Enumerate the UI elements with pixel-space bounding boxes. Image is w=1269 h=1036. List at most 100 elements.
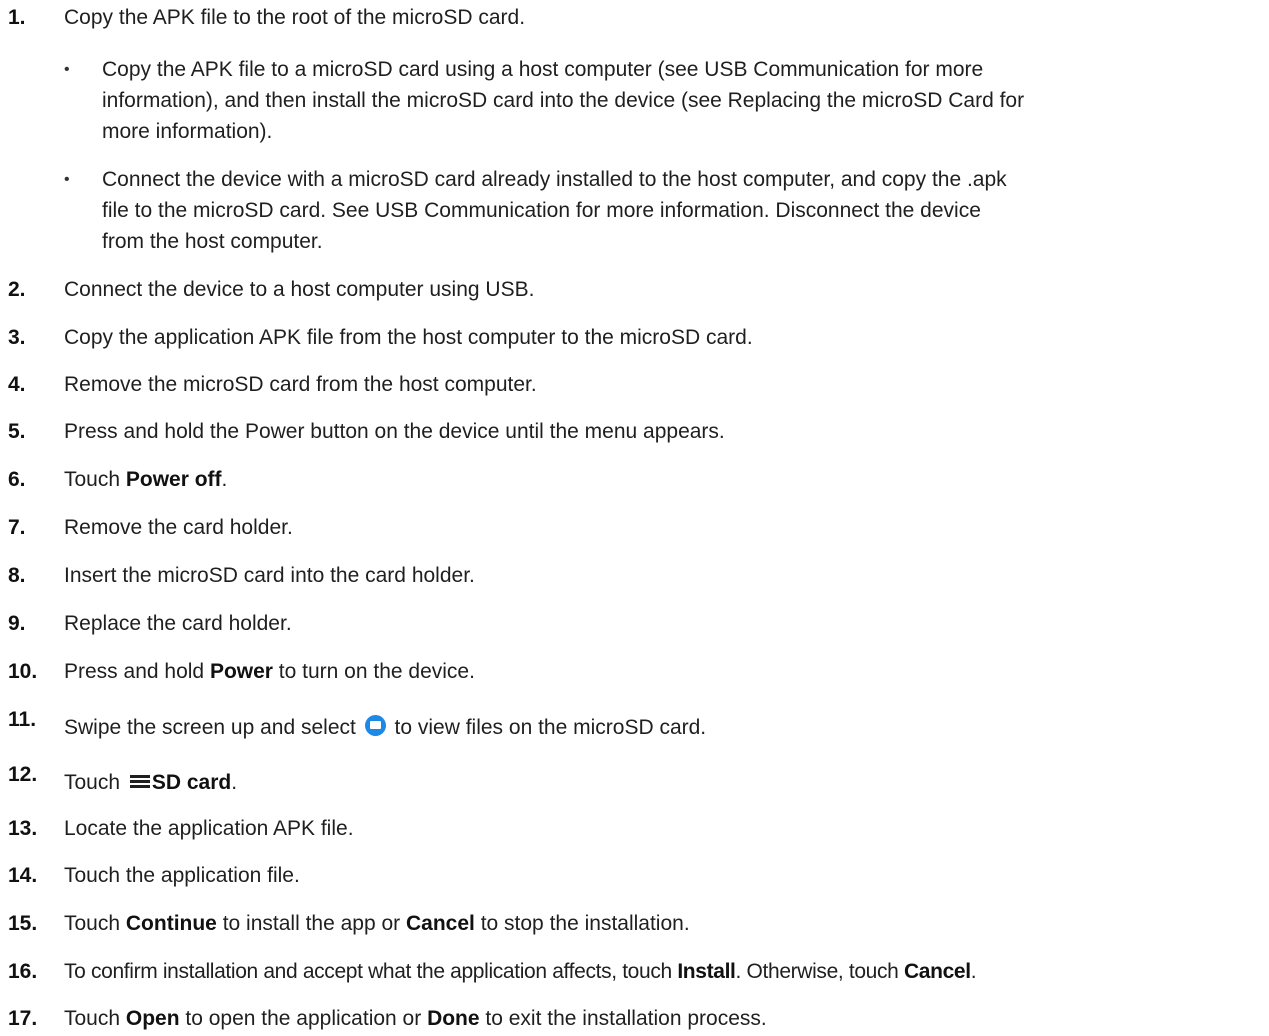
step-2: 2. Connect the device to a host computer… <box>8 274 1259 305</box>
step-text-run: Touch <box>64 468 126 491</box>
step-text-run: to install the app or <box>216 912 406 935</box>
step-text-run: to view files on the microSD card. <box>388 716 707 739</box>
step-number: 3. <box>8 326 26 349</box>
step-text-run: Press and hold <box>64 660 210 683</box>
step-text-run: to stop the installation. <box>474 912 690 935</box>
step-text-run: Remove the card holder. <box>64 516 293 539</box>
step-text-run: to open the application or <box>179 1007 428 1030</box>
bullet-line: file to the microSD card. See USB Commun… <box>102 199 981 222</box>
step-number: 1. <box>8 6 26 29</box>
step-text: Remove the card holder. <box>64 512 1259 543</box>
step-text-run: . <box>231 771 238 794</box>
step-16: 16. To confirm installation and accept w… <box>8 956 1259 987</box>
step-14: 14. Touch the application file. <box>8 860 1259 891</box>
step-text-run: To confirm installation and accept what … <box>64 960 678 983</box>
step-text: Remove the microSD card from the host co… <box>64 369 1259 400</box>
step-text: Touch Continue to install the app or Can… <box>64 908 1259 939</box>
step-text-run: Insert the microSD card into the card ho… <box>64 564 475 587</box>
menu-icon <box>129 774 150 788</box>
bullet-dot: • <box>64 61 70 78</box>
step-15: 15. Touch Continue to install the app or… <box>8 908 1259 939</box>
bullet-line: information), and then install the micro… <box>102 89 1025 112</box>
step-text: Touch Open to open the application or Do… <box>64 1003 1259 1034</box>
step-number: 16. <box>8 960 38 983</box>
step-3: 3. Copy the application APK file from th… <box>8 322 1259 353</box>
step-text-run: to turn on the device. <box>272 660 475 683</box>
bullet-line: Connect the device with a microSD card a… <box>102 168 1007 191</box>
step-number: 2. <box>8 278 26 301</box>
ui-term: Install <box>677 960 736 983</box>
step-number: 17. <box>8 1007 38 1030</box>
step-number: 5. <box>8 420 26 443</box>
step-11: 11. Swipe the screen up and select to vi… <box>8 708 1259 743</box>
step-number: 9. <box>8 612 26 635</box>
step-text-run: Swipe the screen up and select <box>64 716 362 739</box>
files-app-icon <box>364 715 386 736</box>
ui-term: SD card <box>151 771 232 794</box>
step-text-run: . <box>221 468 228 491</box>
step-number: 15. <box>8 912 38 935</box>
step-number: 13. <box>8 817 38 840</box>
step-number: 4. <box>8 373 26 396</box>
step-text: Copy the APK file to the root of the mic… <box>64 2 1259 33</box>
step-12: 12. Touch SD card. <box>8 763 1259 798</box>
step-8: 8. Insert the microSD card into the card… <box>8 560 1259 591</box>
step-number: 6. <box>8 468 26 491</box>
step-number: 14. <box>8 864 38 887</box>
step-1: 1. Copy the APK file to the root of the … <box>8 2 1259 33</box>
ui-term: Cancel <box>903 960 971 983</box>
bullet-line: Copy the APK file to a microSD card usin… <box>102 58 984 81</box>
ui-term: Power off <box>125 468 222 491</box>
step-text-run: Touch <box>64 912 126 935</box>
step-text: Touch SD card. <box>64 767 1259 798</box>
bullet-item-2: • Connect the device with a microSD card… <box>64 164 1255 257</box>
step-number: 11. <box>8 708 37 731</box>
step-text-run: Touch the application file. <box>64 864 300 887</box>
step-7: 7. Remove the card holder. <box>8 512 1259 543</box>
step-13: 13. Locate the application APK file. <box>8 813 1259 844</box>
bullet-dot: • <box>64 171 70 188</box>
bullet-line: more information). <box>102 120 273 143</box>
step-text-run: Press and hold the Power button on the d… <box>64 420 725 443</box>
step-text-run: Remove the microSD card from the host co… <box>64 373 537 396</box>
ui-term: Cancel <box>405 912 475 935</box>
step-17: 17. Touch Open to open the application o… <box>8 1003 1259 1034</box>
step-number: 8. <box>8 564 26 587</box>
step-6: 6. Touch Power off. <box>8 464 1259 495</box>
step-text: Copy the application APK file from the h… <box>64 322 1259 353</box>
step-5: 5. Press and hold the Power button on th… <box>8 416 1259 447</box>
step-9: 9. Replace the card holder. <box>8 608 1259 639</box>
step-text-run: to exit the installation process. <box>479 1007 767 1030</box>
step-text: Connect the device to a host computer us… <box>64 274 1259 305</box>
procedure-document: 1. Copy the APK file to the root of the … <box>0 0 1269 1036</box>
step-text-run: Copy the APK file to the root of the mic… <box>64 6 526 29</box>
step-text: Press and hold the Power button on the d… <box>64 416 1259 447</box>
step-text: Touch Power off. <box>64 464 1259 495</box>
step-number: 7. <box>8 516 26 539</box>
step-number: 12. <box>8 763 38 786</box>
step-text-run: . <box>970 960 977 983</box>
ui-term: Power <box>209 660 273 683</box>
step-text-run: Locate the application APK file. <box>64 817 354 840</box>
step-text: Insert the microSD card into the card ho… <box>64 560 1259 591</box>
step-text: Press and hold Power to turn on the devi… <box>64 656 1259 687</box>
step-text-run: Connect the device to a host computer us… <box>64 278 535 301</box>
ui-term: Continue <box>125 912 217 935</box>
step-text-run: Touch <box>64 1007 126 1030</box>
step-text: To confirm installation and accept what … <box>64 956 1259 987</box>
step-text-run: Copy the application APK file from the h… <box>64 326 753 349</box>
step-text: Swipe the screen up and select to view f… <box>64 712 1259 743</box>
step-text-run: Touch <box>64 771 126 794</box>
step-text: Touch the application file. <box>64 860 1259 891</box>
step-text: Replace the card holder. <box>64 608 1259 639</box>
ui-term: Open <box>125 1007 180 1030</box>
step-number: 10. <box>8 660 38 683</box>
step-text-run: Replace the card holder. <box>64 612 292 635</box>
ui-term: Done <box>427 1007 480 1030</box>
bullet-line: from the host computer. <box>102 230 323 253</box>
step-text: Locate the application APK file. <box>64 813 1259 844</box>
step-10: 10. Press and hold Power to turn on the … <box>8 656 1259 687</box>
step-text-run: . Otherwise, touch <box>735 960 904 983</box>
bullet-item-1: • Copy the APK file to a microSD card us… <box>64 54 1255 147</box>
step-4: 4. Remove the microSD card from the host… <box>8 369 1259 400</box>
